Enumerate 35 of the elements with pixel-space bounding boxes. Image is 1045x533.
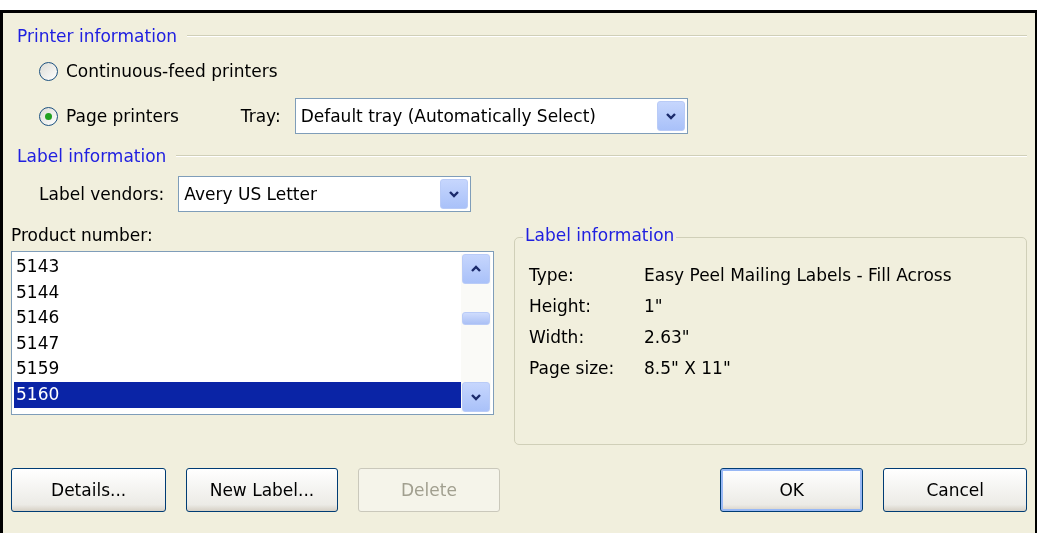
tray-dropdown[interactable]: Default tray (Automatically Select) bbox=[294, 98, 688, 134]
radio-label[interactable]: Continuous-feed printers bbox=[66, 61, 278, 81]
property-name: Page size: bbox=[529, 357, 616, 380]
list-item[interactable]: 5159 bbox=[14, 356, 461, 382]
field-label: Product number: bbox=[11, 225, 153, 245]
radio-label[interactable]: Page printers bbox=[66, 106, 179, 126]
property-name: Height: bbox=[529, 295, 592, 318]
section-title: Label information bbox=[17, 146, 167, 166]
field-label: Tray: bbox=[240, 106, 281, 126]
property-value: 1" bbox=[644, 295, 664, 318]
cancel-button[interactable]: Cancel bbox=[883, 468, 1027, 512]
property-name: Type: bbox=[529, 264, 575, 287]
radio-button[interactable] bbox=[39, 61, 58, 81]
radio-button[interactable] bbox=[39, 106, 58, 126]
list-item[interactable]: 5146 bbox=[14, 305, 461, 331]
section-title: Printer information bbox=[17, 26, 178, 46]
new-label-button[interactable]: New Label... bbox=[186, 468, 338, 512]
scrollbar-thumb[interactable] bbox=[462, 312, 490, 325]
property-name: Width: bbox=[529, 326, 586, 349]
list-item[interactable]: 5143 bbox=[14, 254, 461, 280]
property-value: 2.63" bbox=[644, 326, 691, 349]
scroll-down-button[interactable] bbox=[462, 382, 490, 412]
scroll-up-button[interactable] bbox=[462, 254, 490, 284]
vendor-dropdown[interactable]: Avery US Letter bbox=[178, 176, 472, 212]
list-item[interactable]: 5160 bbox=[14, 381, 461, 408]
ok-button[interactable]: OK bbox=[719, 468, 864, 512]
list-item[interactable]: 5144 bbox=[14, 279, 461, 306]
property-value: 8.5" X 11" bbox=[644, 357, 732, 380]
field-label: Label vendors: bbox=[39, 184, 165, 204]
list-item[interactable]: 5147 bbox=[14, 330, 461, 357]
dropdown-button[interactable] bbox=[440, 179, 469, 209]
dropdown-button[interactable] bbox=[656, 101, 685, 131]
details-button[interactable]: Details... bbox=[11, 468, 167, 512]
product-list[interactable]: 5143 5144 5146 5147 5159 5160 bbox=[11, 251, 494, 415]
property-value: Easy Peel Mailing Labels - Fill Across bbox=[644, 264, 953, 287]
